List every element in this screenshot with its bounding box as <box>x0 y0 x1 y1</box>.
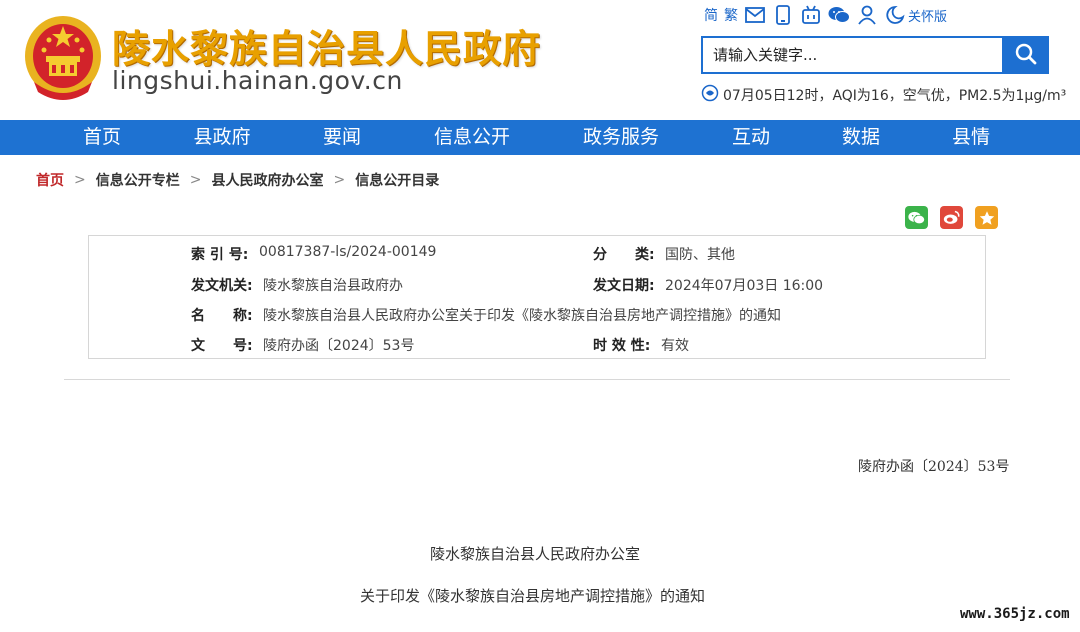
mail-icon[interactable] <box>744 4 766 26</box>
favorite-star-icon[interactable] <box>975 206 998 229</box>
watermark: www.365jz.com <box>956 606 1074 622</box>
nav-item-information-disclosure[interactable]: 信息公开 <box>432 120 512 155</box>
air-quality-info: 07月05日12时，AQI为16，空气优，PM2.5为1μg/m³ <box>701 84 1066 106</box>
document-number-value: 陵府办函〔2024〕53号 <box>263 338 415 354</box>
care-mode-link[interactable]: 关怀版 <box>908 6 947 25</box>
meta-row: 索 引 号: 00817387-ls/2024-00149 分 类: 国防、其他 <box>89 244 985 274</box>
breadcrumb-separator: > <box>189 172 202 188</box>
document-number: 陵府办函〔2024〕53号 <box>858 459 1010 475</box>
category-label: 分 类: <box>593 247 655 263</box>
issue-date-label: 发文日期: <box>593 278 655 294</box>
breadcrumb-disclosure-catalog[interactable]: 信息公开目录 <box>355 170 439 190</box>
document-metadata-table: 索 引 号: 00817387-ls/2024-00149 分 类: 国防、其他… <box>88 235 986 359</box>
search-button[interactable] <box>1002 36 1049 74</box>
category-value: 国防、其他 <box>665 247 735 263</box>
weibo-share-icon[interactable] <box>940 206 963 229</box>
meta-row: 名 称: 陵水黎族自治县人民政府办公室关于印发《陵水黎族自治县房地产调控措施》的… <box>89 305 985 335</box>
care-mode-icon[interactable] <box>884 4 906 26</box>
document-subject: 关于印发《陵水黎族自治县房地产调控措施》的通知 <box>360 587 706 605</box>
meta-row: 发文机关: 陵水黎族自治县政府办 发文日期: 2024年07月03日 16:00 <box>89 275 985 305</box>
search-icon <box>1015 43 1037 68</box>
index-number-label: 索 引 号: <box>191 247 249 263</box>
traditional-chinese-link[interactable]: 繁 <box>724 5 738 25</box>
breadcrumb-info-disclosure-column[interactable]: 信息公开专栏 <box>96 170 180 190</box>
nav-item-county-government[interactable]: 县政府 <box>192 120 252 155</box>
simplified-chinese-link[interactable]: 简 <box>704 5 718 25</box>
nav-item-county-profile[interactable]: 县情 <box>951 120 991 155</box>
header-toolbar: 简 繁 关怀版 <box>704 2 947 28</box>
mobile-icon[interactable] <box>772 4 794 26</box>
breadcrumb-county-office[interactable]: 县人民政府办公室 <box>211 170 323 190</box>
document-title-label: 名 称: <box>191 308 253 324</box>
validity-label: 时 效 性: <box>593 338 651 354</box>
site-domain: lingshui.hainan.gov.cn <box>112 66 403 95</box>
validity-value: 有效 <box>661 338 689 354</box>
national-emblem-icon[interactable] <box>22 12 104 104</box>
weather-icon <box>701 84 719 106</box>
document-number-label: 文 号: <box>191 338 253 354</box>
mini-program-icon[interactable] <box>800 4 822 26</box>
breadcrumb: 首页 > 信息公开专栏 > 县人民政府办公室 > 信息公开目录 <box>36 170 439 190</box>
main-nav: 首页 县政府 要闻 信息公开 政务服务 互动 数据 县情 <box>0 120 1080 155</box>
site-header: 陵水黎族自治县人民政府 lingshui.hainan.gov.cn 简 繁 关… <box>0 0 1080 120</box>
meta-row: 文 号: 陵府办函〔2024〕53号 时 效 性: 有效 <box>89 335 985 365</box>
nav-item-interaction[interactable]: 互动 <box>731 120 771 155</box>
index-number-value: 00817387-ls/2024-00149 <box>259 244 437 260</box>
breadcrumb-separator: > <box>74 172 86 188</box>
site-title[interactable]: 陵水黎族自治县人民政府 <box>112 18 541 73</box>
user-icon[interactable] <box>856 4 878 26</box>
document-issuing-office: 陵水黎族自治县人民政府办公室 <box>430 545 641 563</box>
content-divider <box>64 379 1010 380</box>
issuing-authority-label: 发文机关: <box>191 278 253 294</box>
wechat-icon[interactable] <box>828 4 850 26</box>
issuing-authority-value: 陵水黎族自治县政府办 <box>263 278 403 294</box>
air-quality-text: 07月05日12时，AQI为16，空气优，PM2.5为1μg/m³ <box>723 88 1067 104</box>
breadcrumb-separator: > <box>333 172 346 188</box>
nav-item-data[interactable]: 数据 <box>841 120 881 155</box>
search-box <box>701 36 1049 74</box>
issue-date-value: 2024年07月03日 16:00 <box>665 278 824 294</box>
share-bar <box>905 206 998 229</box>
nav-item-government-services[interactable]: 政务服务 <box>581 120 661 155</box>
wechat-share-icon[interactable] <box>905 206 928 229</box>
document-title-value: 陵水黎族自治县人民政府办公室关于印发《陵水黎族自治县房地产调控措施》的通知 <box>263 308 781 324</box>
nav-item-news[interactable]: 要闻 <box>322 120 362 155</box>
breadcrumb-home[interactable]: 首页 <box>36 170 64 190</box>
nav-item-home[interactable]: 首页 <box>82 120 122 155</box>
search-input[interactable] <box>701 36 1002 74</box>
